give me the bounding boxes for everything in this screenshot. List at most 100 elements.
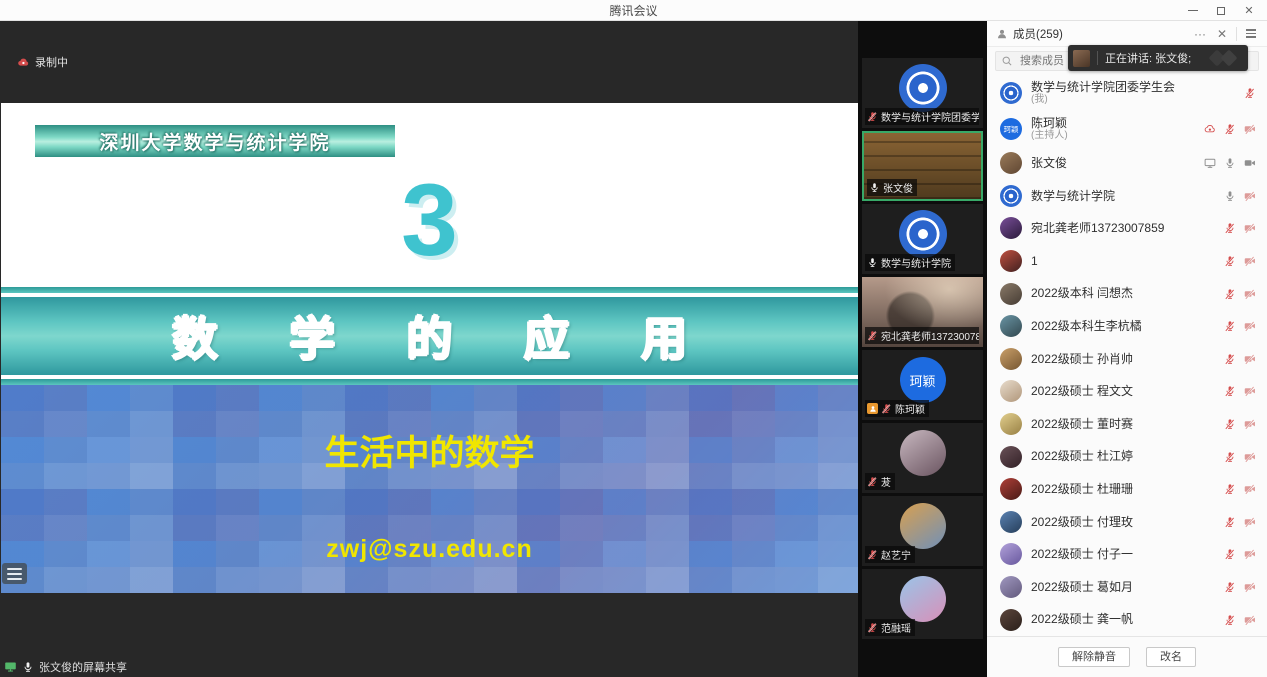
avatar: [1000, 478, 1022, 500]
rename-button[interactable]: 改名: [1146, 647, 1196, 667]
member-status-icons: [1224, 385, 1256, 397]
slide-email: zwj@szu.edu.cn: [1, 535, 858, 564]
slide-subtitle: 生活中的数学: [1, 425, 858, 476]
share-status-label: 张文俊的屏幕共享: [39, 659, 127, 675]
member-row[interactable]: 2022级本科生李杭橘: [987, 310, 1267, 343]
unmute-button[interactable]: 解除静音: [1058, 647, 1130, 667]
avatar: [1000, 380, 1022, 402]
member-name: 数学与统计学院团委学生会: [1031, 80, 1235, 94]
mic-muted-icon: [1224, 123, 1236, 135]
member-row[interactable]: 2022级硕士 董时赛: [987, 408, 1267, 441]
member-row[interactable]: 数学与统计学院: [987, 180, 1267, 213]
thumbnail-name-label: 数学与统计学院团委学...: [881, 109, 979, 124]
video-thumbnail[interactable]: 数学与统计学院: [862, 204, 983, 274]
member-row[interactable]: 2022级硕士 孙肖帅: [987, 343, 1267, 376]
screen-share-icon: [1204, 157, 1216, 169]
camera-off-icon: [1244, 385, 1256, 397]
members-panel: 成员(259) ··· ✕: [987, 21, 1267, 677]
member-row[interactable]: 2022级硕士 杜珊珊: [987, 473, 1267, 506]
avatar: 珂颖: [1000, 118, 1022, 140]
camera-off-icon: [1244, 320, 1256, 332]
camera-off-icon: [1244, 353, 1256, 365]
panel-more-button[interactable]: ···: [1190, 24, 1210, 44]
microphone-icon: [22, 661, 34, 673]
mic-muted-icon: [1244, 87, 1256, 99]
mic-muted-icon: [1224, 255, 1236, 267]
mic-muted-icon: [1224, 288, 1236, 300]
member-row[interactable]: 2022级硕士 龚一帆: [987, 603, 1267, 636]
video-thumbnail[interactable]: 茇: [862, 423, 983, 493]
member-name: 数学与统计学院: [1031, 189, 1215, 203]
avatar: [899, 64, 947, 112]
mic-muted-icon: [1224, 548, 1236, 560]
mic-muted-icon: [1224, 385, 1236, 397]
member-name: 2022级硕士 杜珊珊: [1031, 482, 1215, 496]
screen-share-status: 张文俊的屏幕共享: [4, 658, 127, 675]
close-button[interactable]: ✕: [1235, 0, 1263, 21]
recording-label: 录制中: [35, 54, 68, 70]
member-status-icons: [1224, 483, 1256, 495]
window-controls: ✕: [1179, 0, 1263, 21]
tencent-meeting-window: 腾讯会议 ✕ 录制中 深圳大学数学与统计学院 3 数学的应用: [0, 0, 1267, 677]
video-thumbnail[interactable]: 数学与统计学院团委学...: [862, 58, 983, 128]
member-subtitle: (主持人): [1031, 130, 1195, 142]
member-row[interactable]: 数学与统计学院团委学生会 (我): [987, 75, 1267, 111]
panel-menu-button[interactable]: [1241, 24, 1261, 44]
mic-muted-icon: [867, 622, 878, 633]
member-status-icons: [1224, 451, 1256, 463]
member-status-icons: [1224, 288, 1256, 300]
avatar: [1000, 543, 1022, 565]
member-row[interactable]: 宛北龚老师13723007859: [987, 212, 1267, 245]
thumbnail-name-label: 范融瑶: [881, 620, 911, 635]
video-thumbnail[interactable]: 张文俊: [862, 131, 983, 201]
member-row[interactable]: 2022级硕士 程文文: [987, 375, 1267, 408]
speaking-toast-text: 正在讲话: 张文俊;: [1105, 50, 1201, 66]
window-title: 腾讯会议: [0, 2, 1267, 19]
mic-muted-icon: [1224, 581, 1236, 593]
window-titlebar: 腾讯会议 ✕: [0, 0, 1267, 21]
minimize-icon: [1188, 10, 1198, 11]
member-row[interactable]: 2022级硕士 杜江婷: [987, 440, 1267, 473]
member-status-icons: [1224, 190, 1256, 202]
member-status-icons: [1244, 87, 1256, 99]
member-row[interactable]: 2022级本科 闫想杰: [987, 277, 1267, 310]
member-name: 宛北龚老师13723007859: [1031, 221, 1215, 235]
video-thumbnail[interactable]: 赵艺宁: [862, 496, 983, 566]
member-status-icons: [1224, 320, 1256, 332]
member-name: 2022级硕士 葛如月: [1031, 580, 1215, 594]
mic-muted-icon: [1224, 451, 1236, 463]
member-row[interactable]: 2022级硕士 葛如月: [987, 571, 1267, 604]
video-thumbnail[interactable]: 宛北龚老师13723007859: [862, 277, 983, 347]
video-thumbnail[interactable]: 范融瑶: [862, 569, 983, 639]
search-icon: [1001, 55, 1013, 67]
recording-cloud-icon: [17, 56, 30, 69]
camera-off-icon: [1244, 190, 1256, 202]
member-row[interactable]: 珂颖 陈珂颖 (主持人): [987, 111, 1267, 147]
host-badge-icon: [867, 403, 878, 414]
avatar: [1000, 250, 1022, 272]
screen-share-icon: [4, 660, 17, 673]
member-name: 2022级硕士 董时赛: [1031, 417, 1215, 431]
video-thumbnail[interactable]: 珂颖 陈珂颖: [862, 350, 983, 420]
members-panel-footer: 解除静音 改名: [987, 636, 1267, 677]
maximize-button[interactable]: [1207, 0, 1235, 21]
avatar: [900, 503, 946, 549]
member-status-icons: [1224, 222, 1256, 234]
minimize-button[interactable]: [1179, 0, 1207, 21]
member-subtitle: (我): [1031, 94, 1235, 106]
avatar: [1000, 185, 1022, 207]
panel-close-button[interactable]: ✕: [1212, 24, 1232, 44]
avatar: [1000, 511, 1022, 533]
member-row[interactable]: 1: [987, 245, 1267, 278]
mic-muted-icon: [867, 330, 878, 341]
thumbnail-name-label: 茇: [881, 474, 891, 489]
recording-badge[interactable]: 录制中: [17, 54, 68, 70]
member-row[interactable]: 2022级硕士 付子一: [987, 538, 1267, 571]
member-status-icons: [1224, 614, 1256, 626]
members-panel-title: 成员(259): [1013, 26, 1063, 42]
member-row[interactable]: 张文俊: [987, 147, 1267, 180]
annotation-toolbar-button[interactable]: [2, 563, 27, 584]
member-row[interactable]: 2022级硕士 付理玫: [987, 506, 1267, 539]
close-icon: ✕: [1217, 27, 1227, 41]
avatar: [1000, 315, 1022, 337]
